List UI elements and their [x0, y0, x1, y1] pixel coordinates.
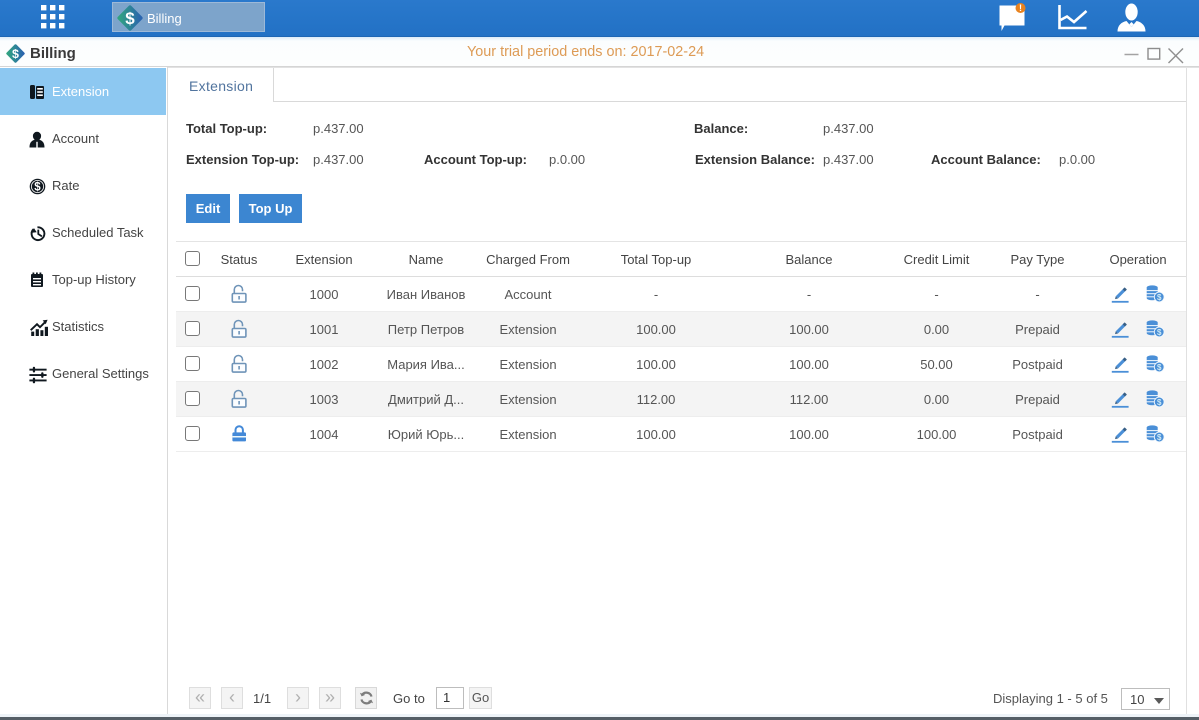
svg-text:$: $: [34, 182, 41, 194]
svg-text:!: !: [1019, 3, 1022, 13]
svg-text:$: $: [125, 9, 135, 28]
svg-text:$: $: [12, 47, 19, 61]
